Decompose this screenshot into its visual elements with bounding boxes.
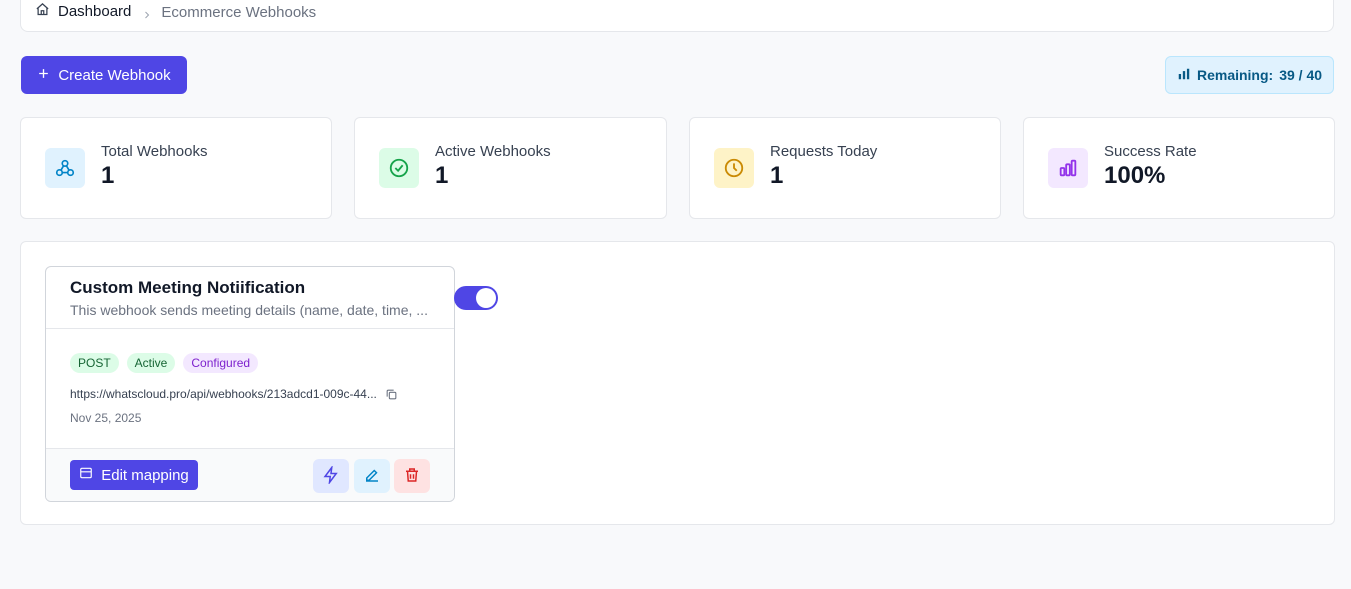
copy-icon[interactable] <box>385 388 398 401</box>
edit-mapping-label: Edit mapping <box>101 466 189 484</box>
bar-chart-icon <box>1048 148 1088 188</box>
stat-value: 1 <box>770 161 784 189</box>
stat-card-requests: Requests Today 1 <box>689 117 1001 219</box>
breadcrumb-current: Ecommerce Webhooks <box>161 4 317 21</box>
bar-chart-icon <box>1177 67 1191 84</box>
webhook-date: Nov 25, 2025 <box>70 411 142 425</box>
stat-value: 100% <box>1104 161 1166 189</box>
webhook-title: Custom Meeting Notiification <box>70 278 306 297</box>
method-badge: POST <box>70 353 119 373</box>
webhook-url: https://whatscloud.pro/api/webhooks/213a… <box>70 387 377 401</box>
webhook-icon <box>45 148 85 188</box>
webhooks-panel: Custom Meeting Notiification This webhoo… <box>20 241 1335 525</box>
stat-label: Success Rate <box>1104 142 1197 160</box>
edit-mapping-button[interactable]: Edit mapping <box>70 460 198 490</box>
stat-label: Requests Today <box>770 142 878 160</box>
stat-value: 1 <box>101 161 115 189</box>
breadcrumb-home[interactable]: Dashboard <box>35 2 131 21</box>
remaining-value: 39 / 40 <box>1279 67 1323 83</box>
home-icon <box>35 2 50 21</box>
trash-icon <box>403 466 421 487</box>
lightning-icon <box>322 464 340 487</box>
edit-icon <box>363 466 381 487</box>
webhook-card: Custom Meeting Notiification This webhoo… <box>45 266 455 502</box>
stat-card-active: Active Webhooks 1 <box>354 117 667 219</box>
breadcrumb-home-label: Dashboard <box>58 3 132 20</box>
clock-icon <box>714 148 754 188</box>
edit-webhook-button[interactable] <box>354 459 390 493</box>
stat-card-success: Success Rate 100% <box>1023 117 1335 219</box>
webhook-enabled-toggle[interactable] <box>454 286 498 310</box>
archive-icon <box>79 466 93 484</box>
stat-card-total: Total Webhooks 1 <box>20 117 332 219</box>
toggle-knob <box>476 288 496 308</box>
breadcrumb: Dashboard Ecommerce Webhooks <box>20 0 1334 32</box>
remaining-label: Remaining: <box>1196 67 1274 83</box>
plus-icon <box>37 67 50 84</box>
remaining-badge: Remaining: 39 / 40 <box>1165 56 1334 94</box>
test-webhook-button[interactable] <box>313 459 349 493</box>
stat-label: Active Webhooks <box>435 142 551 160</box>
webhook-description: This webhook sends meeting details (name… <box>70 302 428 318</box>
chevron-right-icon <box>141 9 153 21</box>
create-webhook-label: Create Webhook <box>58 66 171 84</box>
create-webhook-button[interactable]: Create Webhook <box>21 56 187 94</box>
stat-value: 1 <box>435 161 449 189</box>
check-circle-icon <box>379 148 419 188</box>
stat-label: Total Webhooks <box>101 142 208 160</box>
delete-webhook-button[interactable] <box>394 459 430 493</box>
status-badge: Active <box>126 353 176 373</box>
config-badge: Configured <box>183 353 259 373</box>
